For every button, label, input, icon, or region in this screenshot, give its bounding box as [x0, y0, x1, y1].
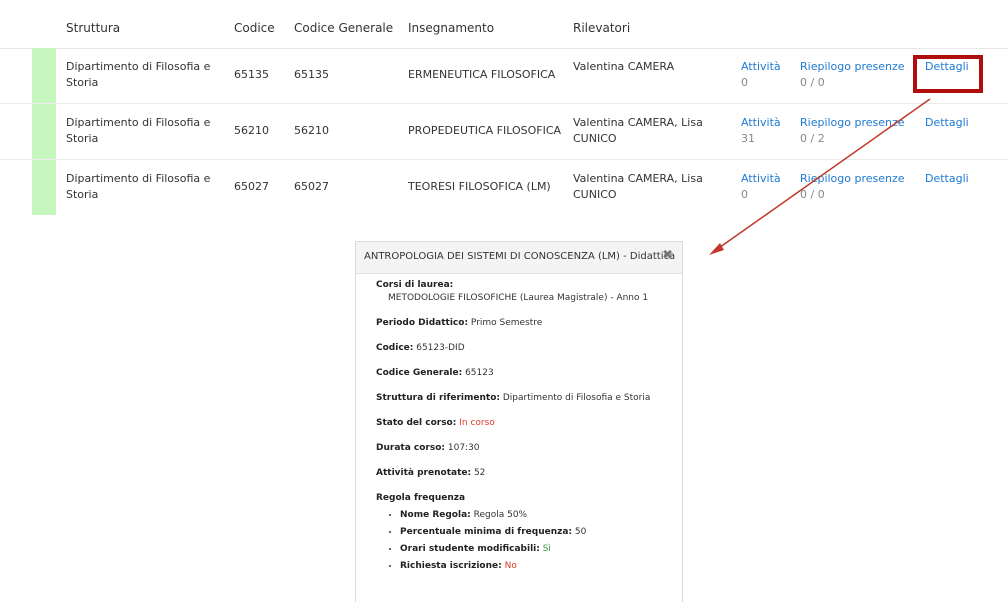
codice-value: 65123-DID: [416, 343, 465, 353]
rule-label: Percentuale minima di frequenza:: [400, 527, 573, 537]
field-periodo: Periodo Didattico: Primo Semestre: [376, 317, 676, 330]
cell-struttura: Dipartimento di Filosofia e Storia: [66, 172, 211, 201]
struttura-value: Dipartimento di Filosofia e Storia: [502, 393, 651, 403]
rule-value: No: [504, 561, 517, 571]
rule-label: Nome Regola:: [400, 510, 471, 520]
header-codice-generale: Codice Generale: [294, 21, 394, 35]
rule-value: Sì: [542, 544, 551, 554]
attivita-prenotate-label: Attività prenotate:: [376, 468, 472, 478]
header-codice: Codice: [234, 21, 275, 35]
table-row: Dipartimento di Filosofia e Storia 65027…: [0, 160, 1008, 215]
highlight-box: [913, 55, 983, 93]
header-rilevatori: Rilevatori: [573, 21, 631, 35]
rule-label: Richiesta iscrizione:: [400, 561, 502, 571]
stato-value: In corso: [459, 418, 495, 428]
riepilogo-value: 0 / 0: [800, 188, 825, 201]
table-row: Dipartimento di Filosofia e Storia 65135…: [0, 48, 1008, 104]
list-item: Nome Regola: Regola 50%: [400, 509, 676, 522]
cell-insegnamento: PROPEDEUTICA FILOSOFICA: [408, 124, 562, 137]
stato-label: Stato del corso:: [376, 418, 457, 428]
cell-rilevatori: Valentina CAMERA: [573, 60, 675, 73]
attivita-link[interactable]: Attività: [741, 171, 781, 187]
rule-value: Regola 50%: [473, 510, 528, 520]
codice-label: Codice:: [376, 343, 414, 353]
cell-rilevatori: Valentina CAMERA, Lisa CUNICO: [573, 172, 703, 201]
cell-codice-generale: 56210: [294, 124, 329, 137]
riepilogo-presenze-link[interactable]: Riepilogo presenze: [800, 171, 905, 187]
cell-struttura: Dipartimento di Filosofia e Storia: [66, 116, 211, 145]
cell-codice: 65027: [234, 180, 269, 193]
regola-list: Nome Regola: Regola 50% Percentuale mini…: [376, 509, 676, 573]
status-indicator: [32, 104, 56, 159]
panel-header: ANTROPOLOGIA DEI SISTEMI DI CONOSCENZA (…: [356, 242, 682, 274]
cell-dettagli: Dettagli: [925, 171, 969, 187]
field-codice-generale: Codice Generale: 65123: [376, 367, 676, 380]
field-durata: Durata corso: 107:30: [376, 442, 676, 455]
attivita-link[interactable]: Attività: [741, 115, 781, 131]
list-item: Orari studente modificabili: Sì: [400, 543, 676, 556]
field-corsi: Corsi di laurea: METODOLOGIE FILOSOFICHE…: [376, 279, 676, 305]
durata-label: Durata corso:: [376, 443, 445, 453]
field-regola: Regola frequenza Nome Regola: Regola 50%…: [376, 492, 676, 573]
header-insegnamento: Insegnamento: [408, 21, 495, 35]
cell-insegnamento: ERMENEUTICA FILOSOFICA: [408, 68, 556, 81]
attivita-count: 0: [741, 188, 748, 201]
attivita-count: 0: [741, 76, 748, 89]
panel-title: ANTROPOLOGIA DEI SISTEMI DI CONOSCENZA (…: [364, 251, 676, 262]
field-stato: Stato del corso: In corso: [376, 417, 676, 430]
table-row: Dipartimento di Filosofia e Storia 56210…: [0, 104, 1008, 160]
details-panel: ANTROPOLOGIA DEI SISTEMI DI CONOSCENZA (…: [355, 241, 683, 602]
cell-attivita: Attività 0: [741, 171, 781, 203]
field-attivita: Attività prenotate: 52: [376, 467, 676, 480]
riepilogo-value: 0 / 2: [800, 132, 825, 145]
status-indicator: [32, 48, 56, 103]
cell-insegnamento: TEORESI FILOSOFICA (LM): [408, 180, 551, 193]
riepilogo-value: 0 / 0: [800, 76, 825, 89]
periodo-label: Periodo Didattico:: [376, 318, 469, 328]
list-item: Percentuale minima di frequenza: 50: [400, 526, 676, 539]
cell-rilevatori: Valentina CAMERA, Lisa CUNICO: [573, 116, 703, 145]
header-struttura: Struttura: [66, 21, 121, 35]
dettagli-link[interactable]: Dettagli: [925, 171, 969, 187]
cell-attivita: Attività 31: [741, 115, 781, 147]
dettagli-link[interactable]: Dettagli: [925, 115, 969, 131]
regola-label: Regola frequenza: [376, 493, 466, 503]
rule-value: 50: [574, 527, 587, 537]
riepilogo-presenze-link[interactable]: Riepilogo presenze: [800, 115, 905, 131]
cell-struttura: Dipartimento di Filosofia e Storia: [66, 60, 211, 89]
codice-generale-value: 65123: [465, 368, 494, 378]
periodo-value: Primo Semestre: [470, 318, 543, 328]
cell-codice-generale: 65135: [294, 68, 329, 81]
cell-riepilogo: Riepilogo presenze 0 / 0: [800, 171, 905, 203]
arrow-head: [709, 243, 724, 255]
cell-riepilogo: Riepilogo presenze 0 / 2: [800, 115, 905, 147]
cell-codice-generale: 65027: [294, 180, 329, 193]
list-item: Richiesta iscrizione: No: [400, 560, 676, 573]
cell-riepilogo: Riepilogo presenze 0 / 0: [800, 59, 905, 91]
cell-codice: 65135: [234, 68, 269, 81]
cell-dettagli: Dettagli: [925, 115, 969, 131]
field-struttura: Struttura di riferimento: Dipartimento d…: [376, 392, 676, 405]
close-icon[interactable]: ✖: [662, 248, 673, 263]
cell-attivita: Attività 0: [741, 59, 781, 91]
corsi-value: METODOLOGIE FILOSOFICHE (Laurea Magistra…: [388, 293, 649, 303]
table-header: Struttura Codice Codice Generale Insegna…: [0, 0, 1008, 49]
attivita-link[interactable]: Attività: [741, 59, 781, 75]
corsi-label: Corsi di laurea:: [376, 280, 454, 290]
cell-codice: 56210: [234, 124, 269, 137]
attivita-prenotate-value: 52: [473, 468, 486, 478]
codice-generale-label: Codice Generale:: [376, 368, 463, 378]
rule-label: Orari studente modificabili:: [400, 544, 540, 554]
durata-value: 107:30: [447, 443, 480, 453]
panel-body: Corsi di laurea: METODOLOGIE FILOSOFICHE…: [376, 279, 676, 585]
attivita-count: 31: [741, 132, 755, 145]
struttura-label: Struttura di riferimento:: [376, 393, 500, 403]
field-codice: Codice: 65123-DID: [376, 342, 676, 355]
status-indicator: [32, 160, 56, 215]
riepilogo-presenze-link[interactable]: Riepilogo presenze: [800, 59, 905, 75]
